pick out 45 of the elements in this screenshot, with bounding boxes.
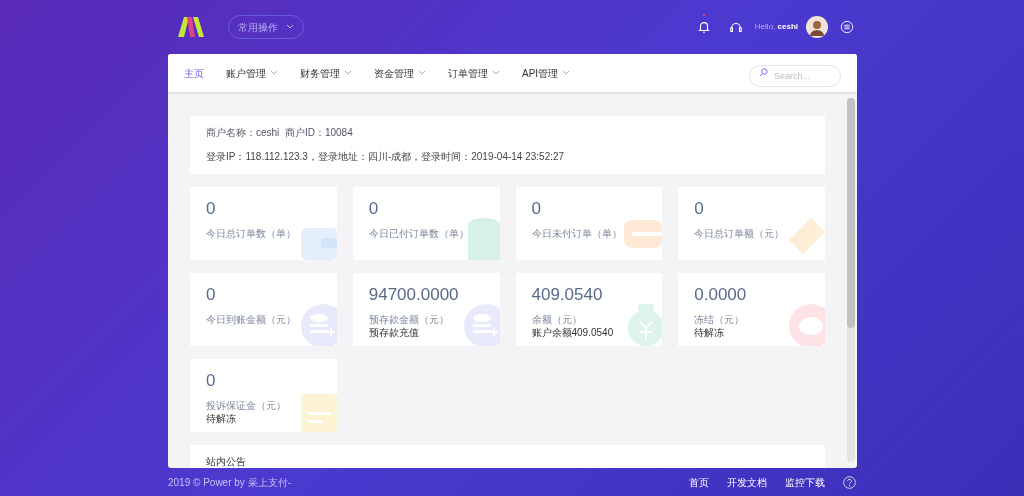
menu-icon[interactable]	[840, 20, 854, 34]
chevron-down-icon	[286, 23, 294, 31]
merchant-name-text: 商户名称：ceshi 商户ID：10084	[206, 126, 354, 140]
stat-label: 预存款金额（元）	[368, 313, 450, 326]
stat-subtext: 账户余额409.0540	[531, 326, 615, 339]
stat-label: 今日总订单数（单）	[206, 227, 297, 240]
stat-label: 今日已付订单数（单）	[368, 227, 470, 240]
greeting-text: Hello, ceshi	[754, 21, 798, 33]
headset-icon[interactable]	[728, 20, 743, 34]
footer-link[interactable]: 首页	[689, 474, 709, 490]
nav-tab[interactable]: 财务管理	[300, 65, 352, 81]
stat-value: 94700.0000	[368, 285, 460, 305]
stat-value: 0	[206, 199, 217, 219]
search-field[interactable]: Search...	[749, 65, 841, 87]
stat-label: 今日到账金额（元）	[206, 313, 297, 326]
logo-icon	[178, 17, 204, 37]
nav-tab[interactable]: 资金管理	[374, 65, 426, 81]
stat-value: 0	[206, 371, 217, 391]
help-icon[interactable]	[843, 475, 856, 489]
search-icon	[759, 68, 768, 77]
stat-subtext: 预存款充值	[368, 326, 420, 339]
stat-label: 冻结（元）	[694, 313, 746, 326]
nav-tab[interactable]: 主页	[184, 65, 204, 81]
stat-label: 今日未付订单（单）	[531, 227, 623, 240]
stat-value: 0	[531, 199, 542, 219]
notice-title: 站内公告	[206, 456, 246, 467]
footer-link[interactable]: 监控下载	[785, 474, 825, 490]
stat-value: 409.0540	[531, 285, 604, 305]
stat-label: 投诉保证金（元）	[206, 399, 287, 412]
stat-value: 0.0000	[694, 285, 748, 305]
bell-icon[interactable]	[696, 20, 711, 34]
stat-subtext: 待解冻	[694, 326, 726, 339]
nav-tab[interactable]: 账户管理	[226, 65, 278, 81]
footer-link[interactable]: 开发文档	[727, 474, 767, 490]
avatar[interactable]	[806, 16, 828, 38]
stat-label: 今日总订单额（元）	[694, 227, 786, 240]
stat-label: 余额（元）	[531, 313, 583, 326]
stat-subtext: 待解冻	[206, 412, 237, 425]
stat-value: 0	[206, 285, 217, 305]
stat-value: 0	[368, 199, 380, 219]
copyright-text: 2019 © Power by 采上支付-	[168, 475, 291, 490]
nav-tab[interactable]: API管理	[522, 65, 571, 81]
nav-tab[interactable]: 订单管理	[448, 65, 500, 81]
stat-value: 0	[694, 199, 705, 219]
login-info-text: 登录IP：118.112.123.3，登录地址：四川-成都，登录时间：2019-04-14 23:52:27	[206, 150, 566, 164]
